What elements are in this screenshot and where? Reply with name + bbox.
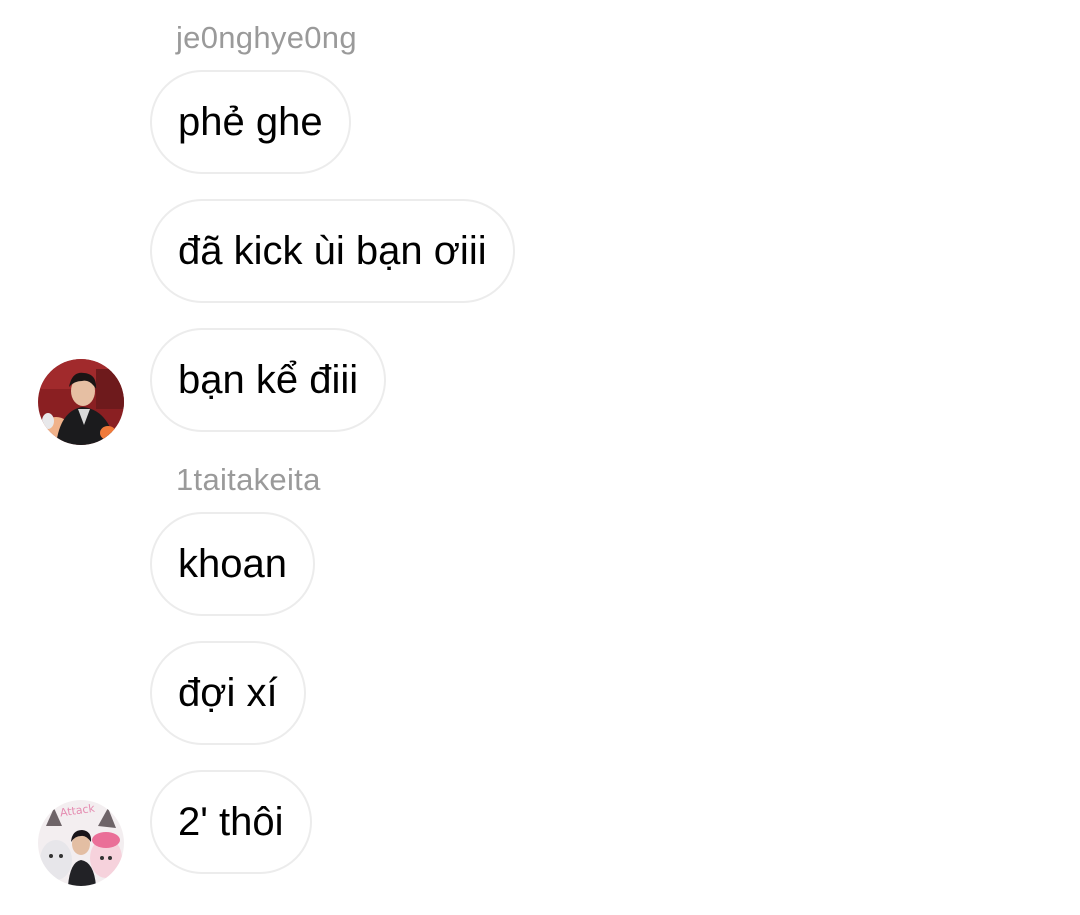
message-text: đã kick ùi bạn ơiii [178,228,487,273]
user-avatar[interactable]: Attack [38,800,124,886]
message-text: bạn kể điii [178,357,359,402]
message-bubble[interactable]: 2' thôi [150,770,312,874]
user-photo-icon [38,359,124,445]
message-text: 2' thôi [178,799,284,844]
message-bubble[interactable]: đợi xí [150,641,306,745]
sender-name: je0nghye0ng [176,20,357,55]
message-bubble[interactable]: đã kick ùi bạn ơiii [150,199,515,303]
message-text: đợi xí [178,670,278,715]
message-text: phẻ ghe [178,99,323,144]
sender-name: 1taitakeita [176,462,321,497]
message-bubble[interactable]: bạn kể điii [150,328,387,432]
message-text: khoan [178,541,287,586]
message-bubble[interactable]: khoan [150,512,315,616]
message-bubble[interactable]: phẻ ghe [150,70,351,174]
user-avatar[interactable] [38,359,124,445]
user-photo-icon: Attack [38,800,124,886]
